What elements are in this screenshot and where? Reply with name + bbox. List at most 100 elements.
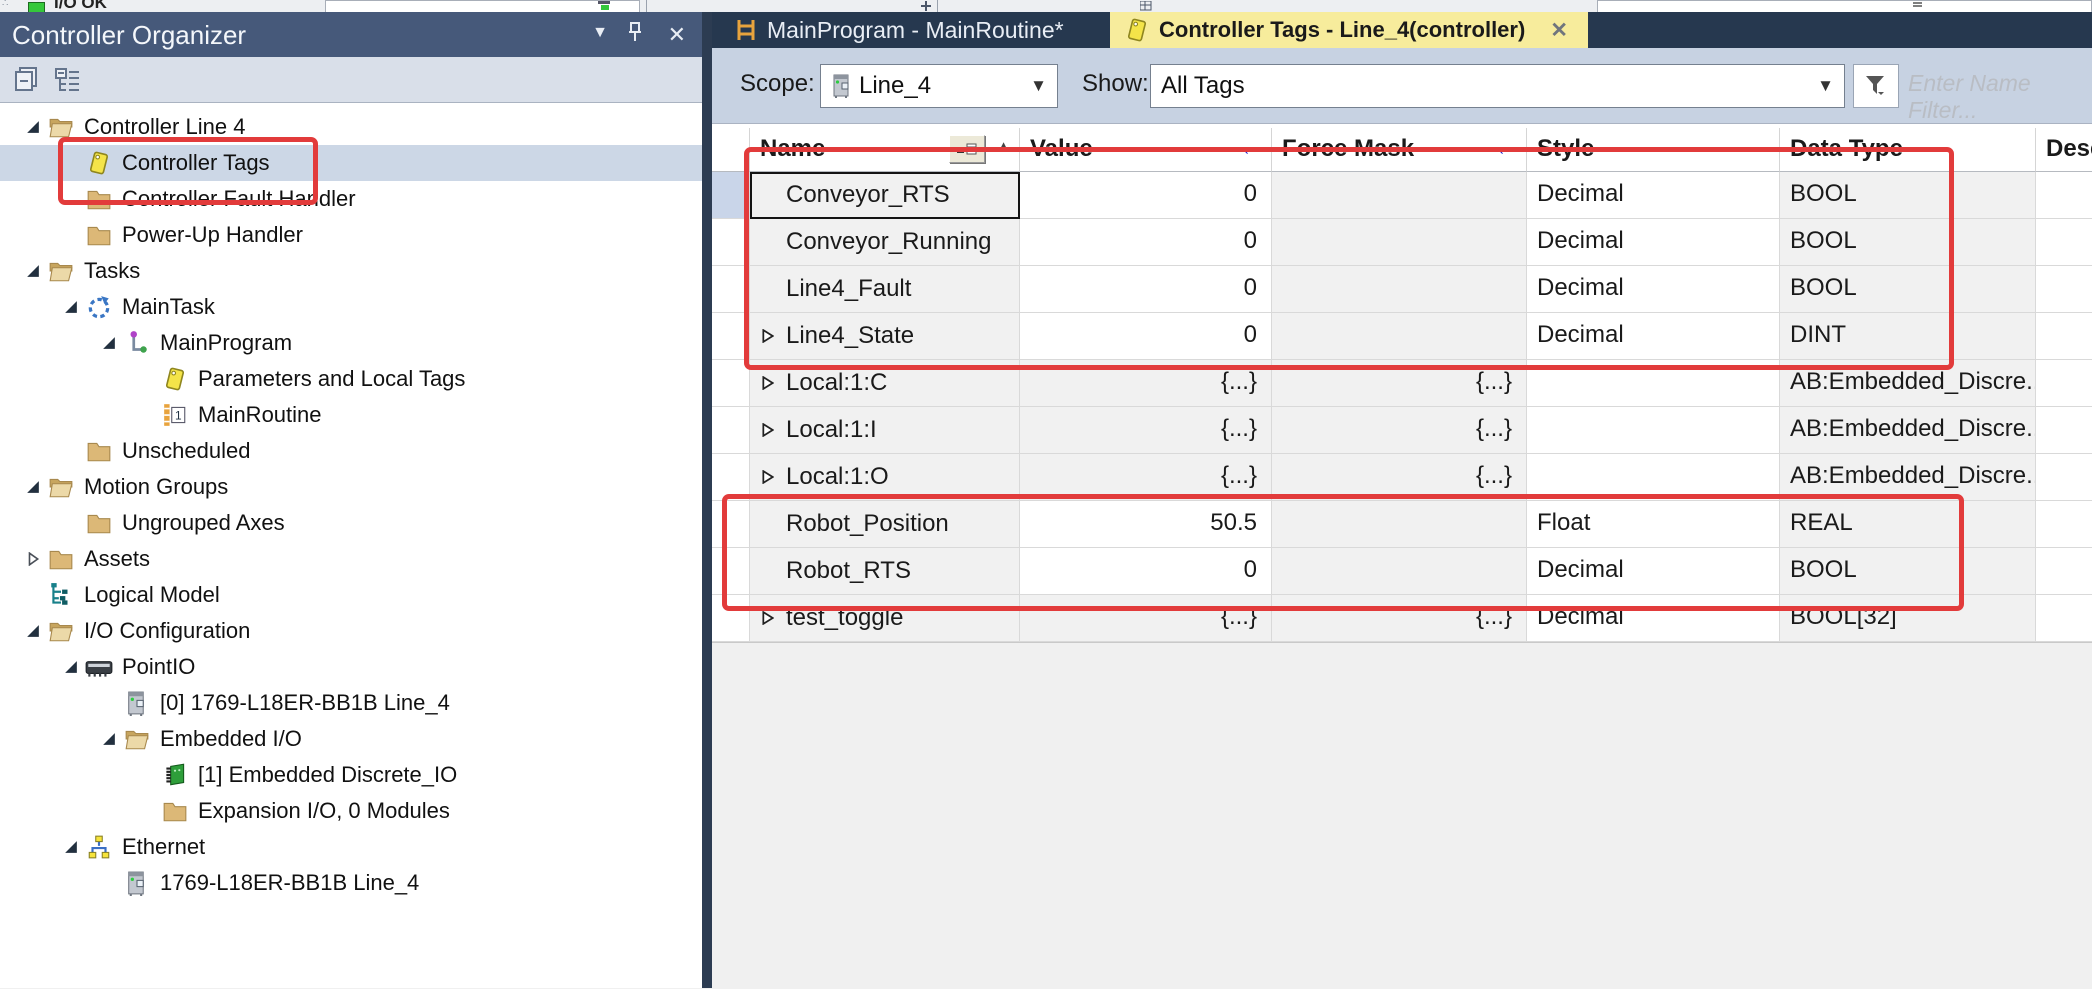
tree-expander-expanded-icon[interactable] [96, 726, 122, 752]
row-selector-margin[interactable] [712, 266, 750, 313]
cell-data-type[interactable]: BOOL [1780, 172, 2036, 219]
row-selector-margin[interactable] [712, 454, 750, 501]
cell-value[interactable]: 0 [1020, 172, 1272, 219]
tree-expander-expanded-icon[interactable] [20, 258, 46, 284]
row-expand-icon[interactable] [762, 423, 784, 437]
cell-force-mask[interactable] [1272, 266, 1527, 313]
cell-description[interactable] [2036, 360, 2092, 407]
cell-value[interactable]: 0 [1020, 266, 1272, 313]
tree-item-mainroutine[interactable]: 1MainRoutine [0, 397, 702, 433]
tree-item-i-o-configuration[interactable]: I/O Configuration [0, 613, 702, 649]
cell-data-type[interactable]: BOOL [1780, 266, 2036, 313]
cell-name[interactable]: Conveyor_RTS [750, 172, 1020, 219]
tree-item-expansion-i-o-0-modules[interactable]: Expansion I/O, 0 Modules [0, 793, 702, 829]
tab-close-icon[interactable]: ✕ [1550, 18, 1568, 43]
cell-description[interactable] [2036, 219, 2092, 266]
row-expand-icon[interactable] [762, 376, 784, 390]
row-selector-margin[interactable] [712, 172, 750, 219]
cell-value[interactable]: {...} [1020, 595, 1272, 642]
column-header-style[interactable]: Style [1527, 128, 1780, 172]
cell-style[interactable]: Decimal [1527, 313, 1780, 360]
cell-style[interactable]: Decimal [1527, 219, 1780, 266]
scope-dropdown[interactable]: Line_4 ▼ [820, 64, 1058, 108]
cell-value[interactable]: 0 [1020, 548, 1272, 595]
column-header-value[interactable]: Value← [1020, 128, 1272, 172]
cell-force-mask[interactable]: {...} [1272, 360, 1527, 407]
row-expand-icon[interactable] [762, 329, 784, 343]
cell-name[interactable]: Robot_Position [750, 501, 1020, 548]
cell-name[interactable]: Line4_Fault [750, 266, 1020, 313]
tree-item-tasks[interactable]: Tasks [0, 253, 702, 289]
tree-item-pointio[interactable]: PointIO [0, 649, 702, 685]
cell-value[interactable]: 50.5 [1020, 501, 1272, 548]
cell-force-mask[interactable] [1272, 172, 1527, 219]
cell-data-type[interactable]: AB:Embedded_Discre... [1780, 454, 2036, 501]
cell-description[interactable] [2036, 313, 2092, 360]
tree-item-logical-model[interactable]: Logical Model [0, 577, 702, 613]
tree-options-icon[interactable] [52, 64, 86, 96]
row-selector-margin[interactable] [712, 501, 750, 548]
tree-expander-expanded-icon[interactable] [58, 834, 84, 860]
cell-description[interactable] [2036, 454, 2092, 501]
cell-data-type[interactable]: REAL [1780, 501, 2036, 548]
clipped-combo-box[interactable] [325, 0, 640, 12]
cell-style[interactable]: Decimal [1527, 548, 1780, 595]
cell-name[interactable]: Local:1:O [750, 454, 1020, 501]
row-selector-margin[interactable] [712, 219, 750, 266]
tree-expander-expanded-icon[interactable] [96, 330, 122, 356]
panel-splitter[interactable] [702, 12, 712, 988]
cell-force-mask[interactable] [1272, 548, 1527, 595]
cell-data-type[interactable]: BOOL[32] [1780, 595, 2036, 642]
tree-expander-expanded-icon[interactable] [58, 654, 84, 680]
cell-force-mask[interactable] [1272, 501, 1527, 548]
close-icon[interactable]: ✕ [668, 22, 686, 48]
cell-style[interactable] [1527, 454, 1780, 501]
name-filter-input[interactable]: Enter Name Filter... [1908, 70, 2092, 124]
tree-item-controller-line-4[interactable]: Controller Line 4 [0, 109, 702, 145]
cell-style[interactable] [1527, 360, 1780, 407]
tree-item-ethernet[interactable]: Ethernet [0, 829, 702, 865]
tree-item-motion-groups[interactable]: Motion Groups [0, 469, 702, 505]
chevron-down-icon[interactable]: ▼ [592, 24, 608, 42]
tree-item-power-up-handler[interactable]: Power-Up Handler [0, 217, 702, 253]
tab-controller-tags[interactable]: Controller Tags - Line_4(controller)✕ [1110, 12, 1588, 48]
clipped-toolbar-icon[interactable] [920, 1, 932, 11]
tree-item-1769-l18er-bb1b-line-4[interactable]: 1769-L18ER-BB1B Line_4 [0, 865, 702, 901]
row-expand-icon[interactable] [762, 611, 784, 625]
cell-style[interactable]: Decimal [1527, 172, 1780, 219]
cell-description[interactable] [2036, 266, 2092, 313]
collapse-pages-icon[interactable] [10, 64, 44, 96]
cell-name[interactable]: test_toggle [750, 595, 1020, 642]
cell-description[interactable] [2036, 595, 2092, 642]
cell-description[interactable] [2036, 407, 2092, 454]
column-header-force_mask[interactable]: Force Mask← [1272, 128, 1527, 172]
cell-data-type[interactable]: DINT [1780, 313, 2036, 360]
cell-name[interactable]: Conveyor_Running [750, 219, 1020, 266]
cell-data-type[interactable]: AB:Embedded_Discre... [1780, 407, 2036, 454]
column-pin-arrow-icon[interactable]: ← [1239, 134, 1263, 162]
cell-name[interactable]: Robot_RTS [750, 548, 1020, 595]
cell-data-type[interactable]: BOOL [1780, 548, 2036, 595]
pin-icon[interactable] [624, 20, 646, 46]
cell-style[interactable] [1527, 407, 1780, 454]
row-selector-margin[interactable] [712, 313, 750, 360]
cell-value[interactable]: 0 [1020, 219, 1272, 266]
tree-item--0-1769-l18er-bb1b-line-4[interactable]: [0] 1769-L18ER-BB1B Line_4 [0, 685, 702, 721]
cell-name[interactable]: Local:1:I [750, 407, 1020, 454]
cell-description[interactable] [2036, 501, 2092, 548]
cell-value[interactable]: 0 [1020, 313, 1272, 360]
cell-force-mask[interactable] [1272, 219, 1527, 266]
tree-item-maintask[interactable]: MainTask [0, 289, 702, 325]
row-selector-margin[interactable] [712, 360, 750, 407]
name-column-options-button[interactable] [949, 135, 985, 163]
cell-description[interactable] [2036, 548, 2092, 595]
column-header-description[interactable]: Description [2036, 128, 2092, 172]
tree-item-unscheduled[interactable]: Unscheduled [0, 433, 702, 469]
tree-item-controller-fault-handler[interactable]: Controller Fault Handler [0, 181, 702, 217]
cell-description[interactable] [2036, 172, 2092, 219]
cell-force-mask[interactable]: {...} [1272, 407, 1527, 454]
tree-item--1-embedded-discrete-io[interactable]: [1] Embedded Discrete_IO [0, 757, 702, 793]
tree-expander-expanded-icon[interactable] [20, 114, 46, 140]
cell-value[interactable]: {...} [1020, 360, 1272, 407]
filter-button[interactable] [1853, 64, 1899, 108]
